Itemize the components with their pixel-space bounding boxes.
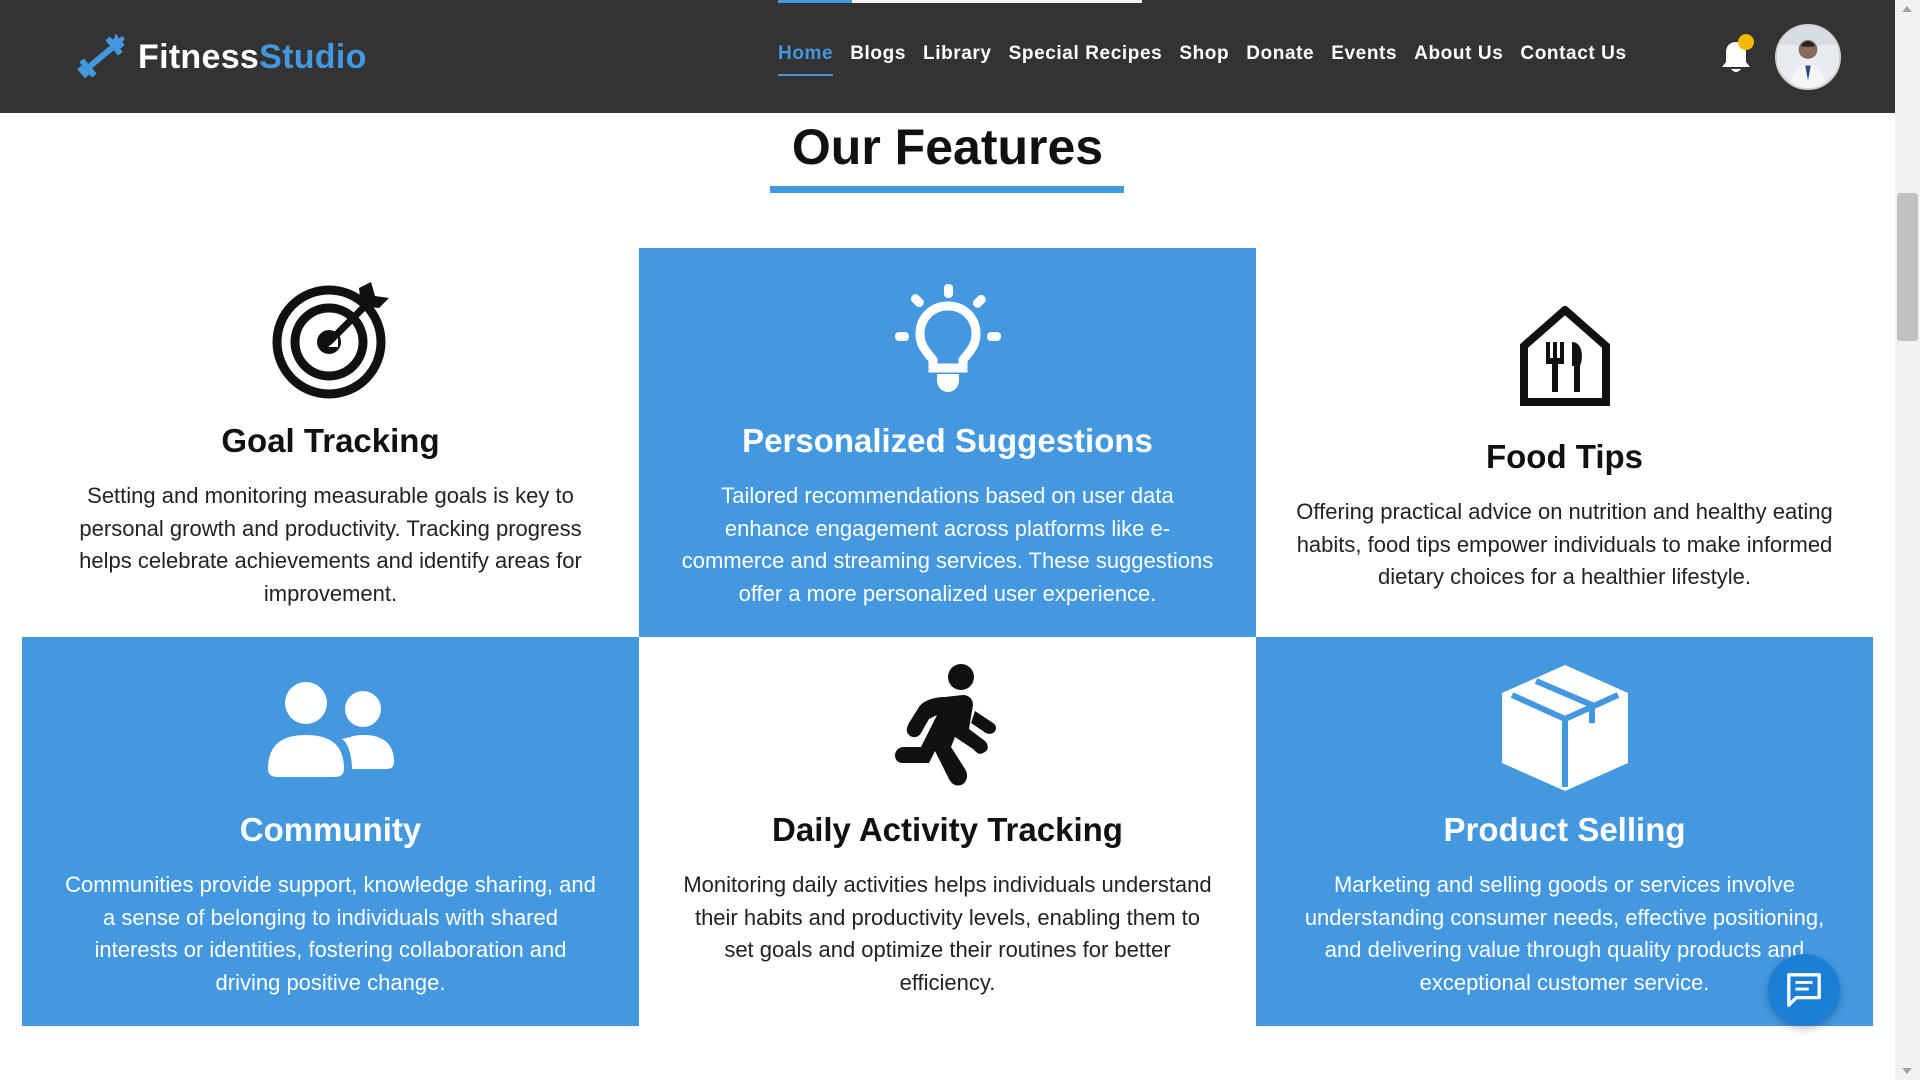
title-underline xyxy=(770,186,1124,193)
chat-button[interactable] xyxy=(1768,954,1840,1026)
feature-description: Communities provide support, knowledge s… xyxy=(65,872,596,995)
feature-title: Food Tips xyxy=(1485,438,1644,475)
nav-item-contact-us[interactable]: Contact Us xyxy=(1520,43,1626,76)
brand-logo[interactable]: FitnessStudio xyxy=(72,30,367,84)
notification-badge xyxy=(1738,34,1754,50)
feature-card-goal-tracking: Goal Tracking Setting and monitoring mea… xyxy=(22,248,639,637)
nav-item-shop[interactable]: Shop xyxy=(1179,43,1229,76)
scrollbar-thumb[interactable] xyxy=(1897,193,1918,341)
feature-title: Community xyxy=(239,811,422,848)
nav-item-home[interactable]: Home xyxy=(778,43,834,76)
top-navbar: FitnessStudio Home Blogs Library Special… xyxy=(0,0,1895,113)
main-nav: Home Blogs Library Special Recipes Shop … xyxy=(778,43,1627,76)
brand-name: FitnessStudio xyxy=(138,37,367,76)
dumbbell-icon xyxy=(77,34,125,78)
page-scrollbar[interactable] xyxy=(1895,0,1920,1080)
notification-button[interactable] xyxy=(1718,34,1754,76)
restaurant-house-icon xyxy=(1519,306,1610,406)
lightbulb-icon xyxy=(894,284,1001,392)
feature-card-daily-activity-tracking: Daily Activity Tracking Monitoring daily… xyxy=(639,637,1256,1026)
running-person-icon xyxy=(894,664,996,786)
feature-title: Daily Activity Tracking xyxy=(772,811,1123,848)
feature-description: Tailored recommendations based on user d… xyxy=(681,483,1214,606)
nav-item-about-us[interactable]: About Us xyxy=(1414,43,1503,76)
user-avatar[interactable] xyxy=(1775,24,1841,90)
scroll-up-arrow-icon[interactable] xyxy=(1902,6,1912,12)
feature-description: Marketing and selling goods or services … xyxy=(1304,872,1825,995)
section-title: Our Features xyxy=(791,119,1104,175)
scroll-down-arrow-icon[interactable] xyxy=(1902,1068,1912,1074)
feature-card-personalized-suggestions: Personalized Suggestions Tailored recomm… xyxy=(639,248,1256,637)
box-icon xyxy=(1501,665,1628,791)
nav-item-events[interactable]: Events xyxy=(1331,43,1397,76)
feature-title: Product Selling xyxy=(1443,811,1686,848)
nav-item-donate[interactable]: Donate xyxy=(1246,43,1314,76)
target-icon xyxy=(272,282,389,399)
user-photo-icon xyxy=(1777,26,1839,88)
chat-icon xyxy=(1787,973,1821,1007)
users-icon xyxy=(267,682,394,777)
feature-title: Goal Tracking xyxy=(221,422,440,459)
nav-item-blogs[interactable]: Blogs xyxy=(850,43,906,76)
page-progress-bar xyxy=(778,0,1142,3)
nav-item-library[interactable]: Library xyxy=(923,43,992,76)
feature-description: Monitoring daily activities helps indivi… xyxy=(683,872,1212,995)
feature-card-food-tips: Food Tips Offering practical advice on n… xyxy=(1256,248,1873,637)
feature-description: Offering practical advice on nutrition a… xyxy=(1296,499,1833,589)
nav-item-special-recipes[interactable]: Special Recipes xyxy=(1009,43,1163,76)
feature-description: Setting and monitoring measurable goals … xyxy=(79,483,582,606)
feature-title: Personalized Suggestions xyxy=(742,422,1153,459)
feature-card-community: Community Communities provide support, k… xyxy=(22,637,639,1026)
